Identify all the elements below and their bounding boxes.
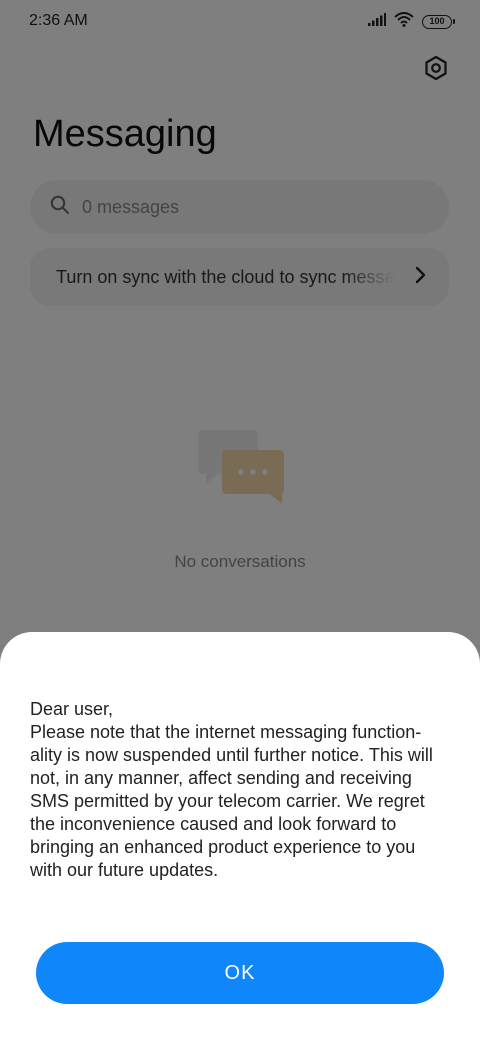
ok-button[interactable]: OK [36, 942, 444, 1004]
notice-dialog: Dear user, Please note that the internet… [0, 632, 480, 1040]
dialog-greeting: Dear user, [30, 699, 114, 719]
dialog-message: Please note that the internet messaging … [30, 722, 433, 880]
